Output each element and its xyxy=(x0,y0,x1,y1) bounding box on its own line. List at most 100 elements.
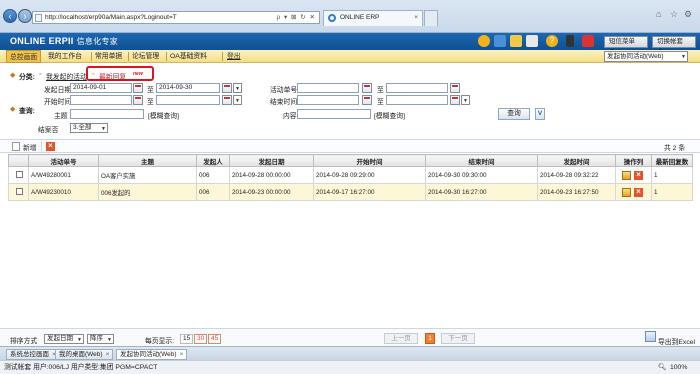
chevron-down-icon: ▼ xyxy=(77,337,82,343)
sort-order-select[interactable]: 降序 ▼ xyxy=(87,334,114,344)
power-icon[interactable] xyxy=(582,35,594,47)
end-time-to-dropdown[interactable]: ▼ xyxy=(461,95,470,105)
sort-order-value: 降序 xyxy=(90,335,103,342)
query-button[interactable]: 查询 xyxy=(498,108,530,120)
shortcut-menu-button[interactable]: 短信菜单 ▼ xyxy=(604,36,648,55)
person-icon[interactable] xyxy=(526,35,538,47)
page-size-30[interactable]: 30 xyxy=(194,334,208,344)
new-button[interactable]: 新增 xyxy=(23,142,37,152)
page-size-45[interactable]: 45 xyxy=(208,334,222,344)
zoom-icon[interactable]: 🔍︎ xyxy=(658,361,667,374)
table-row[interactable]: A/W49280001 OA客户实施 006 2014-09-28 00:00:… xyxy=(8,166,693,184)
menu-item-logout[interactable]: 登出 xyxy=(227,50,241,63)
delete-icon[interactable]: × xyxy=(634,170,643,180)
browser-tab[interactable]: ONLINE ERP × xyxy=(323,10,423,26)
col-header-subject[interactable]: 主题 xyxy=(98,154,197,167)
new-tab-button[interactable] xyxy=(424,10,438,26)
menu-item-oa-basics[interactable]: OA基础资料 xyxy=(170,50,207,63)
closed-select[interactable]: 3.全部 ▼ xyxy=(70,123,108,133)
edit-icon[interactable] xyxy=(622,187,631,197)
row-checkbox[interactable] xyxy=(16,188,23,196)
closed-select-value: 3.全部 xyxy=(73,124,92,131)
start-date-to-dropdown[interactable]: ▼ xyxy=(233,83,242,93)
tab-close-icon[interactable]: × xyxy=(106,351,110,358)
ie-icon xyxy=(328,14,336,22)
sort-field-select[interactable]: 发起日期 ▼ xyxy=(44,334,84,344)
help-icon[interactable]: ? xyxy=(546,35,558,47)
export-excel-link[interactable]: 导出到Excel xyxy=(658,336,695,346)
excel-export-icon[interactable] xyxy=(645,331,656,342)
forward-icon[interactable]: › xyxy=(18,9,32,23)
calendar-icon[interactable] xyxy=(133,83,143,93)
message-icon[interactable] xyxy=(510,35,522,47)
pager-bar: 排序方式 发起日期 ▼ 降序 ▼ 每页显示: 15 30 45 上一页 1 下一页 … xyxy=(0,328,700,346)
menu-item-control[interactable]: 总控画面 xyxy=(6,50,42,63)
advanced-toggle-button[interactable]: V xyxy=(535,108,545,120)
calendar-icon[interactable] xyxy=(222,83,232,93)
table-row[interactable]: A/W49230010 006发起的 006 2014-09-23 00:00:… xyxy=(8,183,693,201)
col-header-start-date[interactable]: 发起日期 xyxy=(229,154,314,167)
tab-system-control[interactable]: 系统总控画面 × xyxy=(6,349,60,360)
cell-begin-time: 2014-09-17 16:27:00 xyxy=(313,183,426,201)
col-header-activity-no[interactable]: 活动单号 xyxy=(28,154,99,167)
category-my-activities[interactable]: 我发起的活动 xyxy=(46,71,87,81)
tools-gear-icon[interactable]: ⚙ xyxy=(684,9,692,20)
phone-icon[interactable] xyxy=(566,35,574,47)
lookup-icon[interactable] xyxy=(362,83,372,93)
end-time-to-input[interactable] xyxy=(386,95,448,105)
begin-time-from-input[interactable] xyxy=(70,95,132,105)
tab-initiate-activity[interactable]: 发起协同活动(Web) × xyxy=(116,349,188,360)
col-header-initiator[interactable]: 发起人 xyxy=(196,154,230,167)
delete-icon[interactable]: × xyxy=(46,142,55,151)
content-input[interactable] xyxy=(297,109,371,119)
subject-input[interactable] xyxy=(70,109,144,119)
col-header-created-time[interactable]: 发起时间 xyxy=(537,154,616,167)
activity-no-to-input[interactable] xyxy=(386,83,448,93)
calendar-icon[interactable] xyxy=(222,95,232,105)
menu-separator xyxy=(222,52,223,61)
begin-time-to-dropdown[interactable]: ▼ xyxy=(233,95,242,105)
start-date-from-input[interactable]: 2014-09-01 xyxy=(70,83,132,93)
cell-start-date: 2014-09-28 00:00:00 xyxy=(229,166,314,184)
cell-created-time: 2014-09-23 16:27:50 xyxy=(537,183,616,201)
menu-item-documents[interactable]: 常用单据 xyxy=(95,50,122,63)
delete-icon[interactable]: × xyxy=(634,187,643,197)
address-bar[interactable]: http://localhost/erp90a/Main.aspx?Logino… xyxy=(32,11,320,24)
address-controls[interactable]: ρ ▾ ⊠ ↻ ✕ xyxy=(276,12,316,23)
calendar-icon[interactable] xyxy=(133,95,143,105)
tab-close-icon[interactable]: × xyxy=(414,11,418,25)
chevron-down-icon: ▼ xyxy=(235,98,240,104)
favorites-star-icon[interactable]: ☆ xyxy=(670,9,678,20)
begin-time-to-input[interactable] xyxy=(156,95,220,105)
refresh-icon[interactable] xyxy=(478,35,490,47)
start-date-label: 发起日期 xyxy=(44,87,72,94)
prev-page-button[interactable]: 上一页 xyxy=(384,333,418,344)
switch-account-button[interactable]: 切换帐套 ▼ xyxy=(652,36,696,55)
home-icon[interactable]: ⌂ xyxy=(656,9,661,19)
query-label: 查询: xyxy=(19,108,35,115)
current-page[interactable]: 1 xyxy=(425,333,435,344)
calendar-icon[interactable] xyxy=(362,95,372,105)
lookup-icon[interactable] xyxy=(450,83,460,93)
mail-icon[interactable] xyxy=(494,35,506,47)
tab-my-desktop[interactable]: 我的桌面(Web) × xyxy=(55,349,114,360)
category-new-reply[interactable]: 最新回复 xyxy=(99,71,126,81)
calendar-icon[interactable] xyxy=(450,95,460,105)
back-icon[interactable]: ‹ xyxy=(3,9,17,23)
zoom-level[interactable]: 100% xyxy=(670,361,687,374)
module-select[interactable]: 发起协同活动(Web) ▼ xyxy=(604,51,688,62)
tab-close-icon[interactable]: × xyxy=(180,351,184,358)
activity-no-from-input[interactable] xyxy=(297,83,359,93)
page-size-15[interactable]: 15 xyxy=(180,334,194,344)
menu-item-forum[interactable]: 论坛管理 xyxy=(132,50,159,63)
end-time-from-input[interactable] xyxy=(297,95,359,105)
row-checkbox[interactable] xyxy=(16,171,23,179)
col-header-begin-time[interactable]: 开始时间 xyxy=(313,154,426,167)
next-page-button[interactable]: 下一页 xyxy=(441,333,475,344)
menu-item-workbench[interactable]: 我的工作台 xyxy=(48,50,82,63)
start-date-to-input[interactable]: 2014-09-30 xyxy=(156,83,220,93)
tab-label: 发起协同活动(Web) xyxy=(120,351,177,358)
edit-icon[interactable] xyxy=(622,170,631,180)
col-header-replies[interactable]: 最新回复数 xyxy=(651,154,693,167)
col-header-end-time[interactable]: 结束时间 xyxy=(425,154,538,167)
